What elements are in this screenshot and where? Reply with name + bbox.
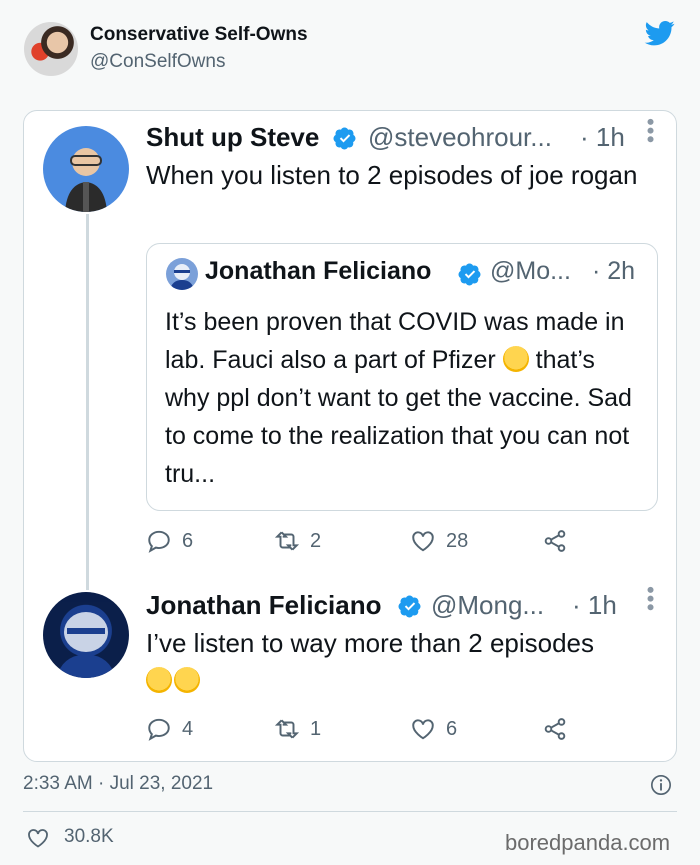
retweet-icon	[274, 719, 300, 739]
laughing-crying-emoji	[146, 667, 172, 693]
share-icon	[544, 718, 566, 740]
tweet-time[interactable]: · 1h	[572, 590, 617, 621]
like-button[interactable]: 28	[410, 528, 468, 554]
retweet-count: 2	[310, 529, 322, 552]
thinking-face-emoji	[502, 346, 529, 372]
total-like-count[interactable]: 30.8K	[64, 826, 114, 848]
reply-icon	[148, 718, 170, 741]
tweet-actions: 4 1 6	[146, 716, 656, 746]
quoted-author-avatar	[166, 258, 198, 290]
divider	[23, 811, 677, 812]
quoted-author-handle: @Mo...	[490, 257, 571, 285]
info-icon[interactable]	[650, 774, 672, 796]
like-count: 28	[446, 529, 469, 552]
tweet-time[interactable]: · 1h	[580, 122, 625, 153]
retweet-count: 1	[310, 717, 322, 740]
more-dots-icon[interactable]: •••	[637, 586, 663, 612]
reply-icon	[148, 530, 170, 553]
more-dots-icon[interactable]: •••	[637, 118, 663, 144]
reply-count: 4	[182, 717, 194, 740]
tweet-text: When you listen to 2 episodes of joe rog…	[146, 160, 638, 190]
retweet-button[interactable]: 2	[274, 528, 321, 554]
like-button[interactable]: 6	[410, 716, 457, 742]
share-button[interactable]	[542, 528, 568, 554]
verified-badge-icon	[458, 263, 481, 286]
jonathan-feliciano-avatar[interactable]	[43, 592, 129, 678]
like-count: 6	[446, 717, 458, 740]
verified-badge-icon	[398, 595, 421, 618]
retweet-icon	[274, 531, 300, 551]
watermark: boredpanda.com	[505, 830, 671, 855]
tweet-author-name[interactable]: Shut up Steve	[146, 122, 319, 153]
twitter-bird-icon	[644, 21, 675, 46]
reply-button[interactable]: 4	[146, 716, 193, 742]
tweet-actions: 6 2 28	[146, 528, 656, 558]
account-handle[interactable]: @ConSelfOwns	[90, 51, 225, 73]
steve-avatar[interactable]	[43, 126, 129, 212]
retweet-button[interactable]: 1	[274, 716, 321, 742]
tweet-author-handle[interactable]: @steveohrour...	[368, 122, 552, 153]
share-button[interactable]	[542, 716, 568, 742]
reply-count: 6	[182, 529, 194, 552]
thread-connector-line	[86, 214, 89, 590]
post-timestamp[interactable]: 2:33 AM · Jul 23, 2021	[23, 773, 213, 795]
heart-icon	[412, 531, 434, 552]
quoted-tweet-time: · 2h	[592, 257, 636, 285]
share-icon	[544, 530, 566, 552]
reply-button[interactable]: 6	[146, 528, 193, 554]
tweet-author-name[interactable]: Jonathan Feliciano	[146, 590, 382, 621]
tweet-text: I’ve listen to way more than 2 episodes	[146, 625, 656, 699]
verified-badge-icon	[333, 127, 356, 150]
quoted-tweet-text: It’s been proven that COVID was made in …	[165, 303, 635, 493]
tweet-author-handle[interactable]: @Mong...	[431, 590, 544, 621]
laughing-crying-emoji	[174, 667, 200, 693]
account-name[interactable]: Conservative Self-Owns	[90, 24, 308, 46]
quoted-author-name: Jonathan Feliciano	[205, 257, 432, 285]
heart-icon	[412, 719, 434, 740]
heart-icon[interactable]	[26, 826, 50, 850]
conservative-self-owns-avatar[interactable]	[24, 22, 78, 76]
tweet-text-content: I’ve listen to way more than 2 episodes	[146, 628, 595, 658]
